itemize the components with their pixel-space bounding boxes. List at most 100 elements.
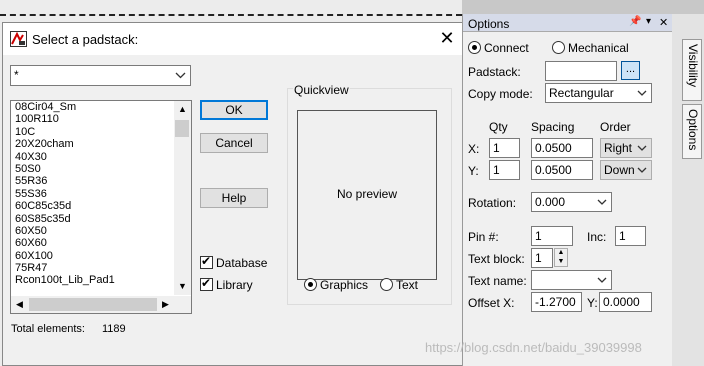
x-order-combobox[interactable]: Right [600,138,652,158]
rotation-combobox[interactable]: 0.000 [531,192,612,212]
list-item[interactable]: 50S0 [15,163,175,175]
browse-button[interactable]: ... [621,61,640,80]
text-block-label: Text block: [468,252,525,266]
library-label: Library [216,278,253,292]
pin-number-field[interactable]: 1 [531,226,573,246]
vertical-scrollbar[interactable]: ▲ ▼ [174,101,191,295]
text-radio[interactable] [380,278,393,291]
list-item[interactable]: 20X20cham [15,138,175,150]
chevron-down-icon[interactable] [595,194,609,210]
list-item[interactable]: 75R47 [15,262,175,274]
options-title: Options [468,17,510,31]
connect-radio[interactable] [468,41,481,54]
list-item[interactable]: 08Cir04_Sm [15,101,175,113]
copy-mode-value: Rectangular [549,86,614,100]
dropdown-icon[interactable]: ▾ [646,16,651,27]
y-order-value: Down [604,163,635,177]
padstack-label: Padstack: [468,65,521,79]
preview-text: No preview [336,187,398,201]
check-icon: ✔ [201,254,212,268]
padstack-list-items: 08Cir04_Sm 100R110 10C 20X20cham 40X30 50S0 55… [15,101,175,287]
text-label: Text [396,278,419,292]
chevron-down-icon[interactable] [172,67,189,84]
x-qty-field[interactable]: 1 [489,138,520,158]
scroll-down-icon[interactable]: ▼ [174,278,191,295]
scroll-right-icon[interactable]: ▶ [157,296,174,313]
hscroll-thumb[interactable] [29,298,157,311]
tab-visibility[interactable]: Visibility [682,39,702,101]
list-item[interactable]: 60C85c35d [15,200,175,212]
list-item[interactable]: 60X100 [15,250,175,262]
padstack-field[interactable] [545,61,617,81]
text-block-spinner[interactable]: ▲ ▼ [554,248,568,267]
y-spacing-field[interactable]: 0.0500 [531,160,593,180]
spin-up-icon[interactable]: ▲ [555,249,567,257]
y-label: Y: [468,164,479,178]
filter-value: * [14,68,19,82]
x-spacing-field[interactable]: 0.0500 [531,138,593,158]
tab-visibility-label: Visibility [686,44,700,88]
offset-y-label: Y: [587,296,598,310]
y-qty-field[interactable]: 1 [489,160,520,180]
rotation-value: 0.000 [535,195,566,209]
tab-options[interactable]: Options [682,104,702,159]
qty-label: Qty [489,120,508,134]
chevron-down-icon[interactable] [635,85,649,101]
cancel-button[interactable]: Cancel [200,133,268,153]
quickview-label: Quickview [293,83,350,97]
chevron-down-icon[interactable] [635,162,649,178]
horizontal-scrollbar[interactable]: ◀ ▶ [11,296,191,313]
side-tab-strip: Visibility Options [672,14,704,366]
filter-combobox[interactable]: * [10,65,191,86]
list-item[interactable]: 100R110 [15,113,175,125]
pin-icon[interactable]: 📌 [629,16,641,27]
inc-field[interactable]: 1 [615,226,646,246]
scroll-left-icon[interactable]: ◀ [11,296,28,313]
database-label: Database [216,256,268,270]
options-panel: Options 📌 ▾ ✕ Connect Mechanical Padstac… [462,14,673,366]
scroll-thumb[interactable] [175,120,189,137]
inc-label: Inc: [587,230,607,244]
chevron-down-icon[interactable] [595,272,609,288]
pin-number-label: Pin #: [468,230,499,244]
list-item[interactable]: 60X60 [15,237,175,249]
list-item[interactable]: 55R36 [15,175,175,187]
dialog-titlebar: Select a padstack: ✕ [3,23,464,55]
copy-mode-label: Copy mode: [468,87,533,101]
close-icon[interactable]: ✕ [659,16,668,29]
list-item[interactable]: 60S85c35d [15,213,175,225]
spacing-label: Spacing [531,120,575,134]
offset-x-label: Offset X: [468,296,515,310]
mechanical-label: Mechanical [568,41,629,55]
offset-x-field[interactable]: -1.2700 [531,292,582,312]
text-name-label: Text name: [468,274,527,288]
preview-pane: No preview [297,110,437,280]
library-checkbox[interactable]: ✔ [200,276,213,291]
check-icon: ✔ [201,276,212,290]
graphics-label: Graphics [320,278,369,292]
help-button[interactable]: Help [200,188,268,208]
ok-button[interactable]: OK [200,100,268,120]
graphics-radio[interactable] [304,278,317,291]
chevron-down-icon[interactable] [635,140,649,156]
list-item[interactable]: 60X50 [15,225,175,237]
offset-y-field[interactable]: 0.0000 [599,292,652,312]
scroll-up-icon[interactable]: ▲ [174,101,191,118]
text-block-field[interactable]: 1 [531,248,553,268]
total-elements-value: 1189 [102,323,126,335]
copy-mode-combobox[interactable]: Rectangular [545,83,652,103]
y-order-combobox[interactable]: Down [600,160,652,180]
list-item[interactable]: Rcon100t_Lib_Pad1 [15,274,175,286]
app-icon [10,31,27,47]
mechanical-radio[interactable] [552,41,565,54]
total-elements-label: Total elements: [11,323,85,335]
dialog-title: Select a padstack: [32,32,139,47]
list-item[interactable]: 55S36 [15,188,175,200]
list-item[interactable]: 10C [15,126,175,138]
spin-down-icon[interactable]: ▼ [555,258,567,266]
database-checkbox[interactable]: ✔ [200,254,213,269]
padstack-list[interactable]: 08Cir04_Sm 100R110 10C 20X20cham 40X30 50S0 55… [10,100,192,314]
text-name-combobox[interactable] [531,270,612,290]
close-icon[interactable]: ✕ [436,28,458,50]
list-item[interactable]: 40X30 [15,151,175,163]
